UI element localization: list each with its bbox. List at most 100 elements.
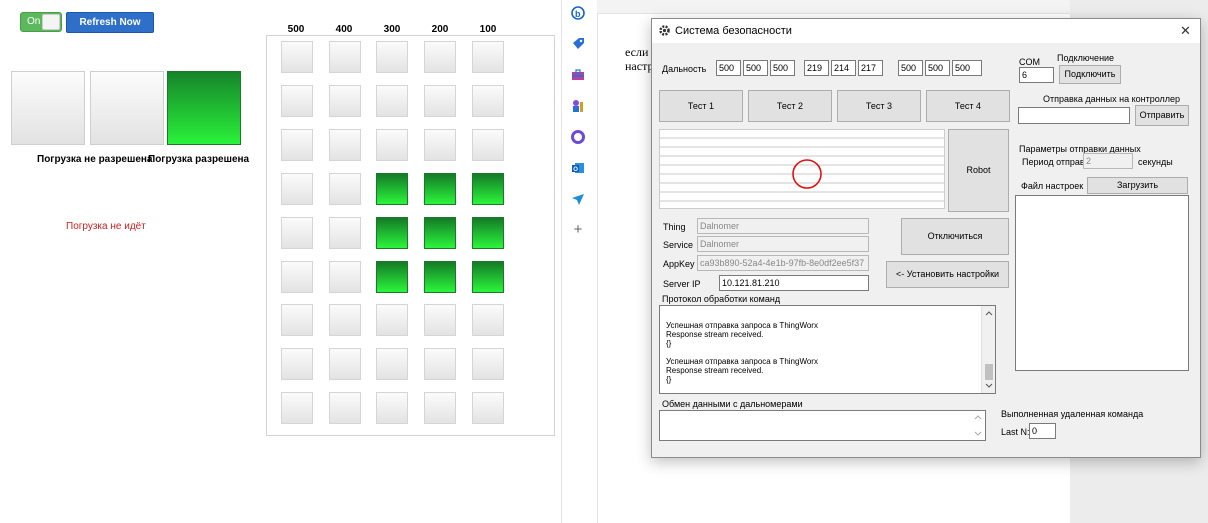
protocol-log[interactable]: Успешная отправка запроса в ThingWorx Res… bbox=[659, 305, 996, 394]
grid-cell bbox=[472, 128, 504, 161]
range-graph bbox=[659, 129, 945, 209]
grid-column-header: 100 bbox=[479, 24, 497, 35]
last-n-field[interactable]: 0 bbox=[1029, 423, 1056, 439]
grid-column-header: 200 bbox=[431, 24, 449, 35]
grid-cell bbox=[329, 260, 361, 293]
svg-text:b: b bbox=[575, 9, 581, 19]
office-icon[interactable] bbox=[571, 130, 585, 144]
grid-cell bbox=[376, 260, 408, 293]
service-label: Service bbox=[663, 240, 694, 250]
grid-cell bbox=[424, 304, 456, 337]
briefcase-icon[interactable] bbox=[571, 68, 585, 82]
doc-top-strip bbox=[597, 0, 1070, 14]
grid-cell bbox=[424, 348, 456, 381]
server-ip-label: Server IP bbox=[663, 279, 701, 289]
bing-icon[interactable]: b bbox=[571, 6, 585, 20]
thing-field[interactable]: Dalnomer bbox=[697, 218, 869, 234]
protocol-log-text: Успешная отправка запроса в ThingWorx Res… bbox=[666, 321, 818, 384]
server-ip-field[interactable]: 10.121.81.210 bbox=[719, 275, 869, 291]
outlook-icon[interactable]: O bbox=[571, 161, 585, 175]
grid-cell bbox=[376, 304, 408, 337]
doc-text-line2: настр bbox=[625, 59, 654, 73]
grid-cell bbox=[281, 260, 313, 293]
disconnect-button[interactable]: Отключиться bbox=[901, 218, 1009, 255]
grid-cell bbox=[424, 172, 456, 205]
grid-cell bbox=[424, 216, 456, 249]
log-line: Response stream received. bbox=[666, 330, 764, 339]
connection-label: Подключение bbox=[1057, 53, 1115, 63]
doc-text-line1: если bbox=[625, 45, 649, 59]
grid-column-header: 400 bbox=[335, 24, 353, 35]
grid-cell bbox=[472, 84, 504, 117]
close-icon[interactable]: ✕ bbox=[1180, 23, 1191, 39]
indicator-tile-1 bbox=[11, 71, 85, 145]
settings-file-list[interactable] bbox=[1015, 195, 1189, 371]
grid-cell bbox=[472, 348, 504, 381]
grid-cell bbox=[329, 41, 361, 73]
robot-button[interactable]: Robot bbox=[948, 129, 1009, 212]
test-4-button[interactable]: Тест 4 bbox=[926, 90, 1010, 122]
service-field[interactable]: Dalnomer bbox=[697, 236, 869, 252]
appkey-label: AppKey bbox=[663, 259, 695, 269]
grid-cell bbox=[376, 216, 408, 249]
period-unit: секунды bbox=[1138, 157, 1173, 167]
controller-data-field[interactable] bbox=[1018, 107, 1130, 124]
app-gear-icon bbox=[658, 24, 671, 40]
send-button[interactable]: Отправить bbox=[1135, 105, 1189, 126]
send-icon[interactable] bbox=[571, 192, 585, 206]
protocol-log-scrollbar[interactable] bbox=[981, 306, 995, 393]
range-field-9[interactable]: 500 bbox=[952, 60, 982, 76]
log-line: {} bbox=[666, 339, 672, 348]
range-field-3[interactable]: 500 bbox=[770, 60, 795, 76]
grid-cell bbox=[329, 128, 361, 161]
exchange-field[interactable] bbox=[659, 410, 986, 441]
test-2-button[interactable]: Тест 2 bbox=[748, 90, 832, 122]
grid-cell bbox=[472, 41, 504, 73]
thing-label: Thing bbox=[663, 222, 686, 232]
test-3-button[interactable]: Тест 3 bbox=[837, 90, 921, 122]
range-field-4[interactable]: 219 bbox=[804, 60, 829, 76]
load-button[interactable]: Загрузить bbox=[1087, 177, 1188, 194]
chess-icon[interactable] bbox=[571, 99, 585, 113]
com-label: COM bbox=[1019, 57, 1040, 67]
log-line: Успешная отправка запроса в ThingWorx bbox=[666, 321, 818, 330]
on-toggle[interactable]: On bbox=[20, 12, 62, 32]
svg-text:O: O bbox=[573, 167, 578, 173]
add-icon[interactable]: + bbox=[571, 222, 585, 237]
grid-cell bbox=[472, 216, 504, 249]
com-port-field[interactable]: 6 bbox=[1019, 67, 1054, 83]
grid-cell bbox=[281, 41, 313, 73]
grid-cell bbox=[424, 392, 456, 425]
exchange-label: Обмен данными с дальномерами bbox=[662, 399, 803, 409]
test-1-button[interactable]: Тест 1 bbox=[659, 90, 743, 122]
tag-icon[interactable] bbox=[571, 37, 585, 51]
log-line: Успешная отправка запроса в ThingWorx bbox=[666, 357, 818, 366]
period-field[interactable]: 2 bbox=[1083, 153, 1133, 169]
grid-cell bbox=[281, 84, 313, 117]
grid-cell bbox=[281, 348, 313, 381]
loading-status: Погрузка не идёт bbox=[66, 221, 146, 232]
range-field-6[interactable]: 217 bbox=[858, 60, 883, 76]
appkey-field[interactable]: ca93b890-52a4-4e1b-97fb-8e0df2ee5f37 bbox=[697, 255, 869, 271]
settings-file-label: Файл настроек bbox=[1021, 181, 1084, 191]
refresh-now-button[interactable]: Refresh Now bbox=[66, 12, 154, 33]
remote-command-label: Выполненная удаленная команда bbox=[1001, 409, 1144, 419]
connect-button[interactable]: Подключить bbox=[1059, 65, 1121, 84]
range-field-8[interactable]: 500 bbox=[925, 60, 950, 76]
grid-cell bbox=[376, 172, 408, 205]
apply-settings-button[interactable]: <- Установить настройки bbox=[886, 261, 1009, 288]
grid-cell bbox=[281, 172, 313, 205]
grid-cell bbox=[281, 392, 313, 425]
toggle-knob[interactable] bbox=[42, 14, 60, 30]
exchange-scrollbar[interactable] bbox=[971, 411, 985, 440]
grid-cell bbox=[424, 260, 456, 293]
range-field-2[interactable]: 500 bbox=[743, 60, 768, 76]
grid-cell bbox=[329, 348, 361, 381]
grid-cell bbox=[329, 84, 361, 117]
pane-divider bbox=[561, 0, 562, 523]
range-field-5[interactable]: 214 bbox=[831, 60, 856, 76]
range-field-7[interactable]: 500 bbox=[898, 60, 923, 76]
grid-cell bbox=[376, 41, 408, 73]
grid-cell bbox=[376, 128, 408, 161]
range-field-1[interactable]: 500 bbox=[716, 60, 741, 76]
